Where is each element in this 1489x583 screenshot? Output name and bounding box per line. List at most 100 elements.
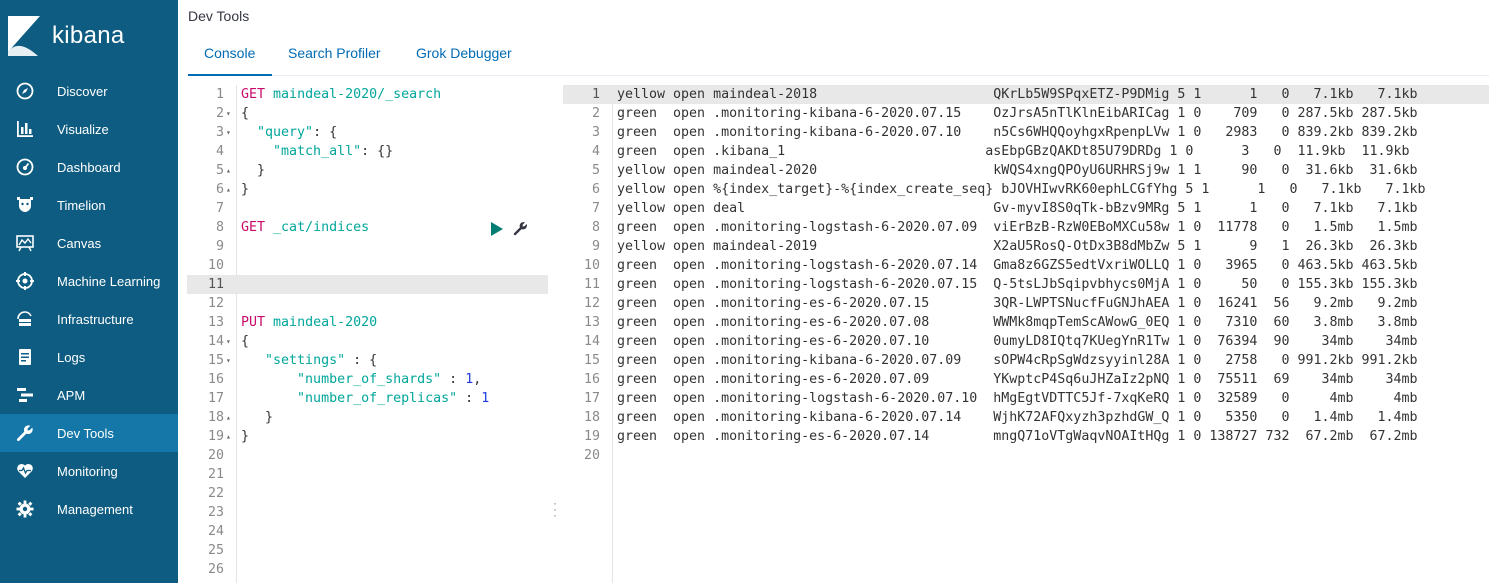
- sidebar-item-dev-tools[interactable]: Dev Tools: [0, 414, 178, 452]
- ml-icon: [15, 272, 35, 290]
- sidebar-item-canvas[interactable]: Canvas: [0, 224, 178, 262]
- fold-toggle-icon[interactable]: ▴: [226, 408, 234, 427]
- tab-search-profiler[interactable]: Search Profiler: [288, 45, 381, 77]
- output-text: yellow open %{index_target}-%{index_crea…: [617, 182, 1426, 197]
- editor-line[interactable]: 4 "match_all": {}: [187, 142, 548, 161]
- code-text: GET maindeal-2020/_search: [241, 87, 442, 102]
- editor-line[interactable]: 23: [187, 503, 548, 522]
- line-number: 2: [215, 106, 224, 121]
- editor-line[interactable]: 24: [187, 522, 548, 541]
- tab-grok-debugger[interactable]: Grok Debugger: [416, 45, 512, 77]
- output-line: 10 green open .monitoring-logstash-6-2020…: [563, 256, 1489, 275]
- line-number: 11: [207, 277, 224, 292]
- code-text: "settings" : {: [265, 353, 378, 368]
- fold-toggle-icon[interactable]: ▴: [226, 180, 234, 199]
- sidebar-item-management[interactable]: Management: [0, 490, 178, 528]
- output-line: 5 yellow open maindeal-2020 kWQS4xngQPOyU…: [563, 161, 1489, 180]
- sidebar-item-label: Management: [57, 502, 133, 517]
- editor-line[interactable]: 3 ▾ "query": {: [187, 123, 548, 142]
- active-tab-indicator: [188, 74, 272, 76]
- sidebar-item-timelion[interactable]: Timelion: [0, 186, 178, 224]
- editor-line[interactable]: 25: [187, 541, 548, 560]
- output-text: green open .monitoring-kibana-6-2020.07.…: [617, 125, 1418, 140]
- line-number: 8: [591, 220, 600, 235]
- editor-line[interactable]: 17 "number_of_replicas" : 1: [187, 389, 548, 408]
- infrastructure-icon: [15, 310, 35, 328]
- console-editor[interactable]: 1 GET maindeal-2020/_search 2 ▾{3 ▾ "query":…: [187, 85, 548, 583]
- sidebar-item-label: Discover: [57, 84, 108, 99]
- fold-toggle-icon[interactable]: ▾: [226, 332, 234, 351]
- editor-line[interactable]: 1 GET maindeal-2020/_search: [187, 85, 548, 104]
- output-text: yellow open deal Gv-myvI8S0qTk-bBzv9MRg …: [617, 201, 1418, 216]
- line-number: 17: [583, 391, 600, 406]
- code-text: "query": {: [257, 125, 338, 140]
- timelion-icon: [15, 196, 35, 214]
- editor-line[interactable]: 14 ▾ {: [187, 332, 548, 351]
- editor-line[interactable]: 11: [187, 275, 548, 294]
- line-number: 15: [207, 353, 224, 368]
- editor-line[interactable]: 7: [187, 199, 548, 218]
- editor-line[interactable]: 12: [187, 294, 548, 313]
- sidebar-item-monitoring[interactable]: Monitoring: [0, 452, 178, 490]
- sidebar-item-visualize[interactable]: Visualize: [0, 110, 178, 148]
- editor-line[interactable]: 18 ▴ }: [187, 408, 548, 427]
- output-text: green open .monitoring-es-6-2020.07.15 3…: [617, 296, 1418, 311]
- send-request-button[interactable]: [491, 221, 505, 237]
- fold-toggle-icon[interactable]: ▾: [226, 123, 234, 142]
- code-text: "number_of_shards" : 1,: [297, 372, 482, 387]
- line-number: 7: [215, 201, 224, 216]
- output-line: 18 green open .monitoring-kibana-6-2020.0…: [563, 408, 1489, 427]
- editor-line[interactable]: 9: [187, 237, 548, 256]
- pane-resizer[interactable]: · · ·: [549, 497, 561, 524]
- sidebar-item-dashboard[interactable]: Dashboard: [0, 148, 178, 186]
- output-line: 1 yellow open maindeal-2018 QKrLb5W9SPqxE…: [563, 85, 1489, 104]
- page-title: Dev Tools: [188, 8, 250, 24]
- editor-line[interactable]: 13 PUT maindeal-2020: [187, 313, 548, 332]
- code-text: }: [241, 410, 274, 425]
- editor-line[interactable]: 16 "number_of_shards" : 1,: [187, 370, 548, 389]
- sidebar-item-label: Canvas: [57, 236, 102, 251]
- line-number: 17: [207, 391, 224, 406]
- request-actions: [491, 221, 531, 237]
- line-number: 12: [207, 296, 224, 311]
- line-number: 20: [207, 448, 224, 463]
- sidebar-item-discover[interactable]: Discover: [0, 72, 178, 110]
- sidebar-item-machine-learning[interactable]: Machine Learning: [0, 262, 178, 300]
- output-text: green open .monitoring-es-6-2020.07.09 Y…: [617, 372, 1418, 387]
- line-number: 16: [583, 372, 600, 387]
- editor-line[interactable]: 15 ▾ "settings" : {: [187, 351, 548, 370]
- editor-line[interactable]: 22: [187, 484, 548, 503]
- editor-line[interactable]: 20: [187, 446, 548, 465]
- output-line: 14 green open .monitoring-es-6-2020.07.10…: [563, 332, 1489, 351]
- output-text: green open .monitoring-kibana-6-2020.07.…: [617, 410, 1418, 425]
- editor-line[interactable]: 21: [187, 465, 548, 484]
- editor-line[interactable]: 10: [187, 256, 548, 275]
- fold-toggle-icon[interactable]: ▾: [226, 351, 234, 370]
- line-number: 26: [207, 562, 224, 577]
- fold-toggle-icon[interactable]: ▴: [226, 427, 234, 446]
- line-number: 13: [583, 315, 600, 330]
- editor-line[interactable]: 19 ▴}: [187, 427, 548, 446]
- editor-line[interactable]: 26: [187, 560, 548, 579]
- editor-line[interactable]: 6 ▴}: [187, 180, 548, 199]
- line-number: 19: [583, 429, 600, 444]
- sidebar-item-logs[interactable]: Logs: [0, 338, 178, 376]
- sidebar-item-label: Visualize: [57, 122, 109, 137]
- console-output[interactable]: 1 yellow open maindeal-2018 QKrLb5W9SPqxE…: [563, 85, 1489, 583]
- tab-console[interactable]: Console: [204, 45, 255, 77]
- editor-line[interactable]: 5 ▴ }: [187, 161, 548, 180]
- sidebar-item-label: Machine Learning: [57, 274, 161, 289]
- kibana-logo[interactable]: kibana: [8, 14, 178, 58]
- line-number: 18: [207, 410, 224, 425]
- sidebar-item-infrastructure[interactable]: Infrastructure: [0, 300, 178, 338]
- canvas-icon: [15, 234, 35, 252]
- fold-toggle-icon[interactable]: ▴: [226, 161, 234, 180]
- request-settings-button[interactable]: [513, 221, 529, 237]
- sidebar-item-apm[interactable]: APM: [0, 376, 178, 414]
- sidebar-item-label: Dev Tools: [57, 426, 114, 441]
- fold-toggle-icon[interactable]: ▾: [226, 104, 234, 123]
- output-text: green open .monitoring-es-6-2020.07.08 W…: [617, 315, 1418, 330]
- output-line: 9 yellow open maindeal-2019 X2aU5RosQ-OtD…: [563, 237, 1489, 256]
- line-number: 6: [591, 182, 600, 197]
- editor-line[interactable]: 2 ▾ {: [187, 104, 548, 123]
